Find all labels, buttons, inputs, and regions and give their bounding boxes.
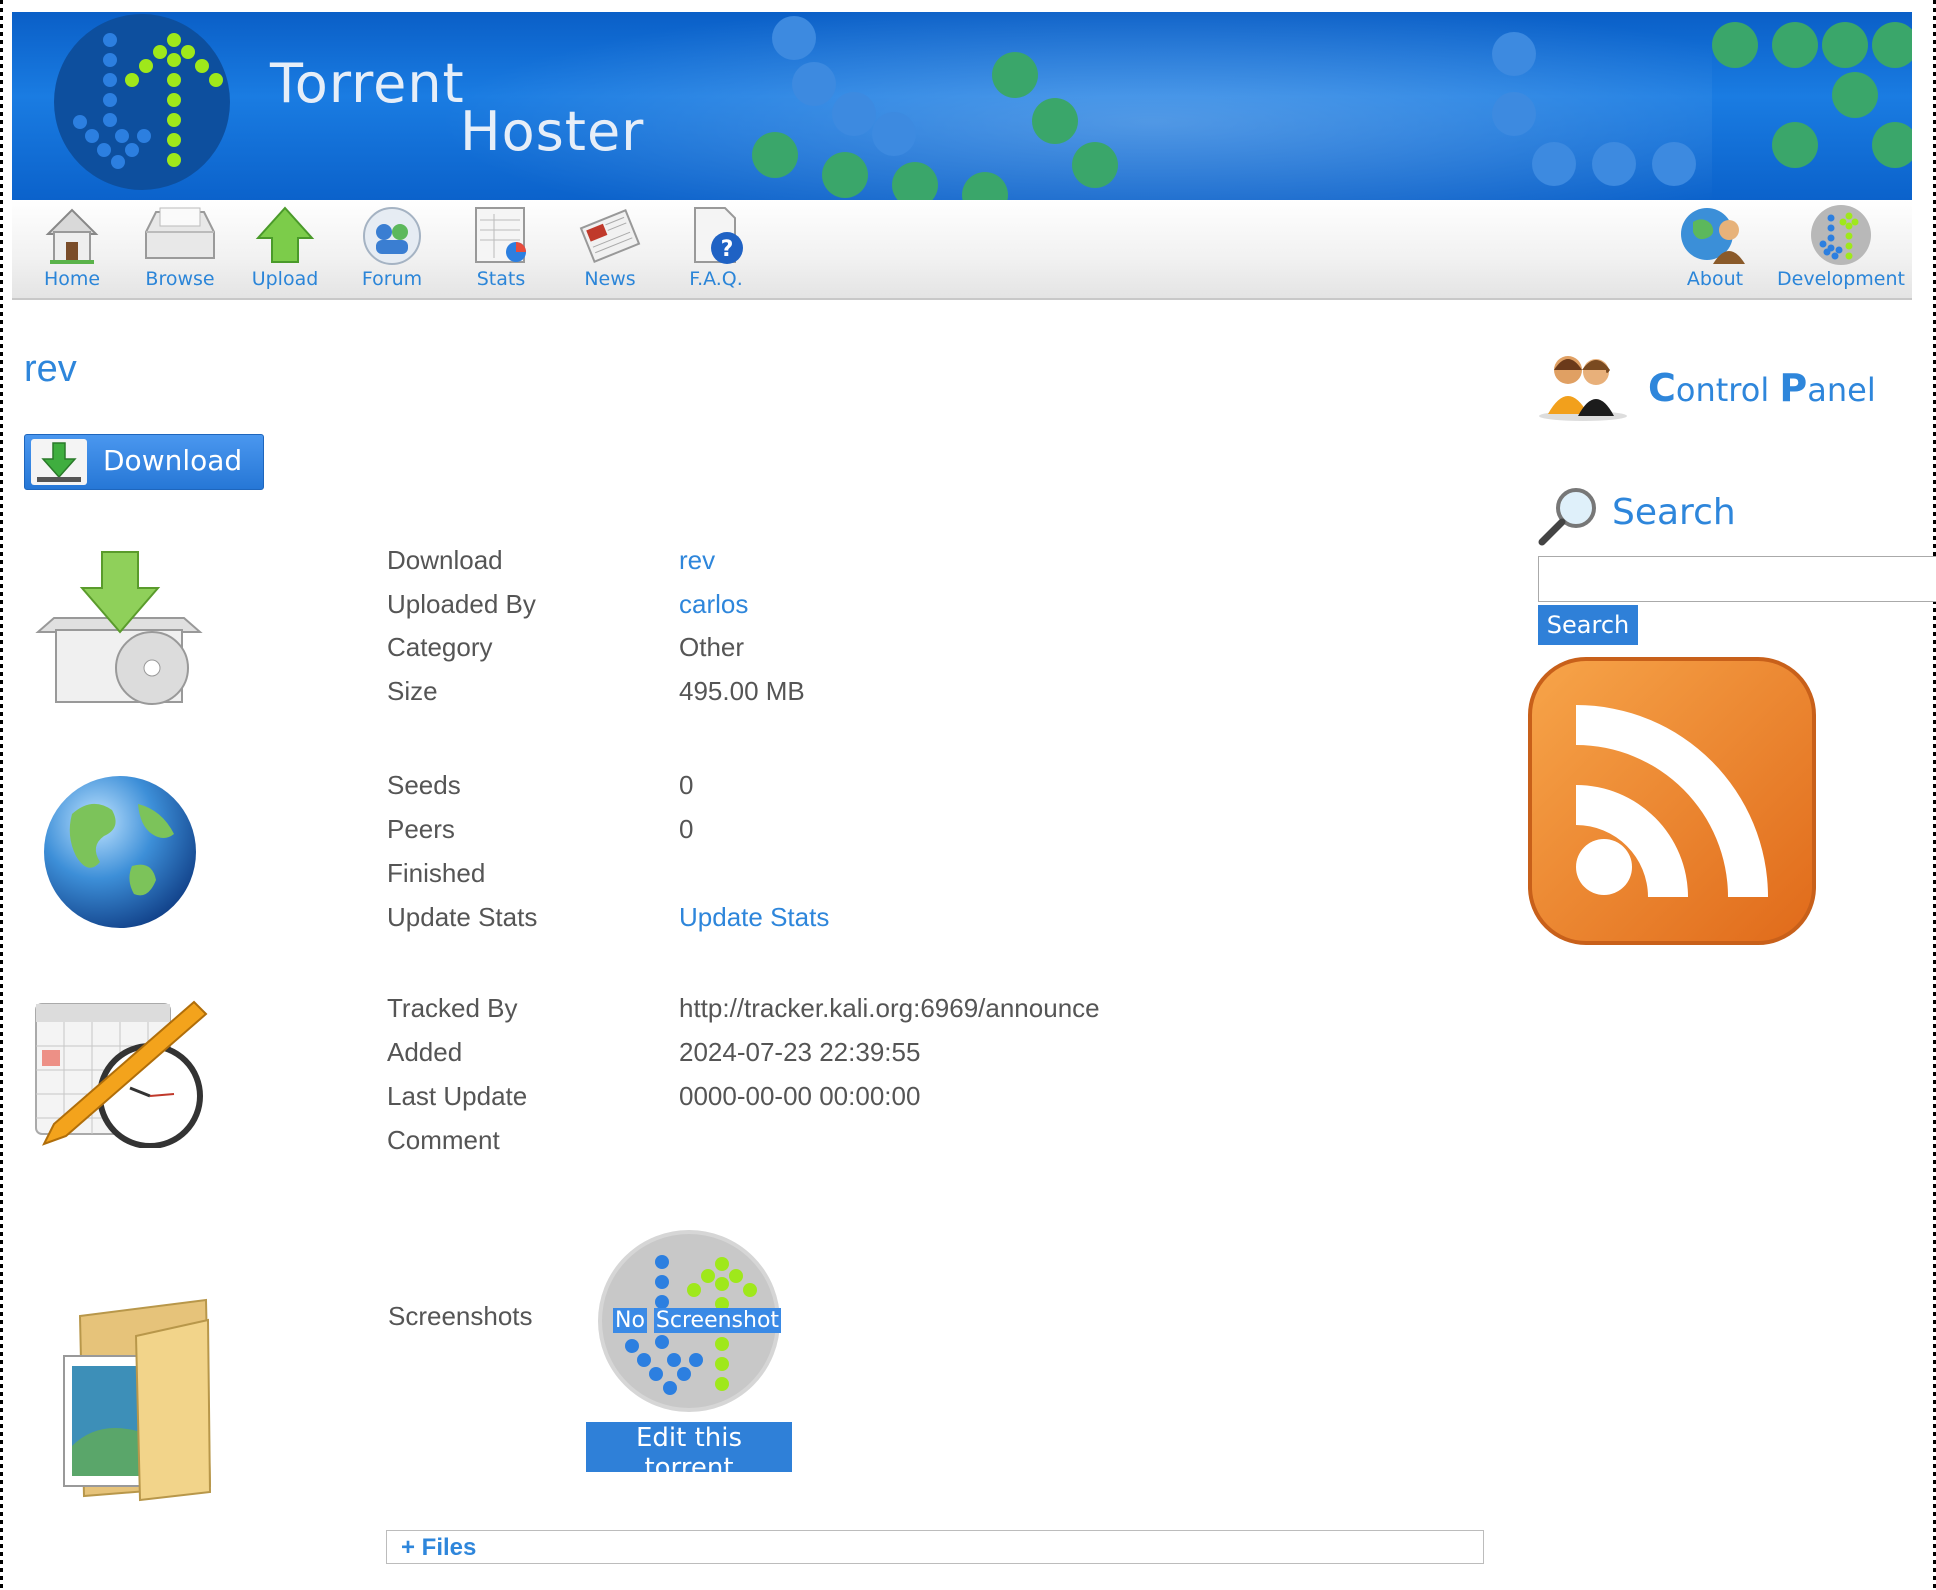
upload-icon <box>255 206 315 263</box>
no-screenshot-text: No Screenshot <box>613 1308 782 1333</box>
stats-label: Peers <box>387 814 455 844</box>
nav-news[interactable]: News <box>560 204 660 296</box>
nav-label: Development <box>1777 268 1905 290</box>
detail-label: Download <box>387 545 503 575</box>
stats-icon <box>475 207 526 263</box>
nav-label: Browse <box>145 268 215 290</box>
detail-label: Category <box>387 632 493 662</box>
files-toggle[interactable]: + Files <box>401 1534 476 1562</box>
faq-icon: ? <box>694 207 743 264</box>
search-input[interactable] <box>1538 556 1936 602</box>
nav-stats[interactable]: Stats <box>451 204 551 296</box>
tracking-label: Comment <box>387 1125 500 1155</box>
nav-home[interactable]: Home <box>22 204 122 296</box>
update-stats-link[interactable]: Update Stats <box>679 902 829 933</box>
site-banner: Torrent Hoster <box>12 12 1912 200</box>
rss-feed-icon[interactable] <box>1528 657 1816 945</box>
stats-label: Seeds <box>387 770 461 800</box>
control-panel-link[interactable]: Control Panel <box>1648 366 1876 410</box>
search-heading: Search <box>1612 492 1736 533</box>
news-icon <box>579 209 641 263</box>
search-button[interactable]: Search <box>1538 605 1638 645</box>
nav-label: F.A.Q. <box>689 268 743 290</box>
main-nav: Home Browse Upload Forum Stats News ? F.… <box>12 200 1912 300</box>
development-icon <box>1811 205 1871 265</box>
download-icon <box>31 439 87 485</box>
files-panel: + Files <box>386 1530 1484 1564</box>
tracking-value: http://tracker.kali.org:6969/announce <box>679 993 1100 1023</box>
nav-browse[interactable]: Browse <box>130 204 230 296</box>
calendar-clock-icon <box>35 1000 208 1148</box>
about-icon <box>1681 208 1745 264</box>
nav-forum[interactable]: Forum <box>342 204 442 296</box>
home-icon <box>45 208 99 264</box>
detail-label: Size <box>387 676 438 706</box>
globe-icon <box>44 776 196 928</box>
nav-about[interactable]: About <box>1665 204 1765 296</box>
nav-label: About <box>1686 268 1744 290</box>
svg-text:?: ? <box>721 237 734 262</box>
nav-development[interactable]: Development <box>1771 204 1911 296</box>
nav-label: Stats <box>476 268 526 290</box>
site-logo-icon <box>54 14 230 190</box>
package-icon <box>35 551 203 705</box>
nav-label: Forum <box>361 268 423 290</box>
nav-label: News <box>584 268 636 290</box>
stats-value: 0 <box>679 770 694 800</box>
nav-label: Home <box>43 268 101 290</box>
download-button-label: Download <box>103 444 243 477</box>
nav-upload[interactable]: Upload <box>235 204 335 296</box>
download-link[interactable]: rev <box>679 545 715 576</box>
site-title-line2: Hoster <box>460 100 645 163</box>
site-title-line1: Torrent <box>270 52 465 115</box>
stats-value: 0 <box>679 814 694 844</box>
stats-label: Update Stats <box>387 902 538 932</box>
forum-icon <box>363 207 421 265</box>
users-icon <box>1539 356 1627 421</box>
detail-label: Uploaded By <box>387 589 536 619</box>
tracking-label: Last Update <box>387 1081 528 1111</box>
tracking-value: 2024-07-23 22:39:55 <box>679 1037 921 1067</box>
screenshots-label: Screenshots <box>388 1301 533 1331</box>
detail-value: Other <box>679 632 745 662</box>
detail-value: 495.00 MB <box>679 676 805 706</box>
tracking-label: Added <box>387 1037 463 1067</box>
search-magnifier-icon <box>1538 488 1596 546</box>
stats-label: Finished <box>387 858 486 888</box>
nav-label: Upload <box>251 268 319 290</box>
tracking-label: Tracked By <box>387 993 518 1023</box>
nav-faq[interactable]: ? F.A.Q. <box>666 204 766 296</box>
tracking-value: 0000-00-00 00:00:00 <box>679 1081 921 1111</box>
browse-icon <box>145 207 215 259</box>
page-title: rev <box>24 348 77 390</box>
uploader-link[interactable]: carlos <box>679 589 748 620</box>
edit-torrent-button[interactable]: Edit this torrent <box>586 1422 792 1483</box>
folder-images-icon <box>63 1298 212 1502</box>
download-button[interactable]: Download <box>24 434 264 490</box>
